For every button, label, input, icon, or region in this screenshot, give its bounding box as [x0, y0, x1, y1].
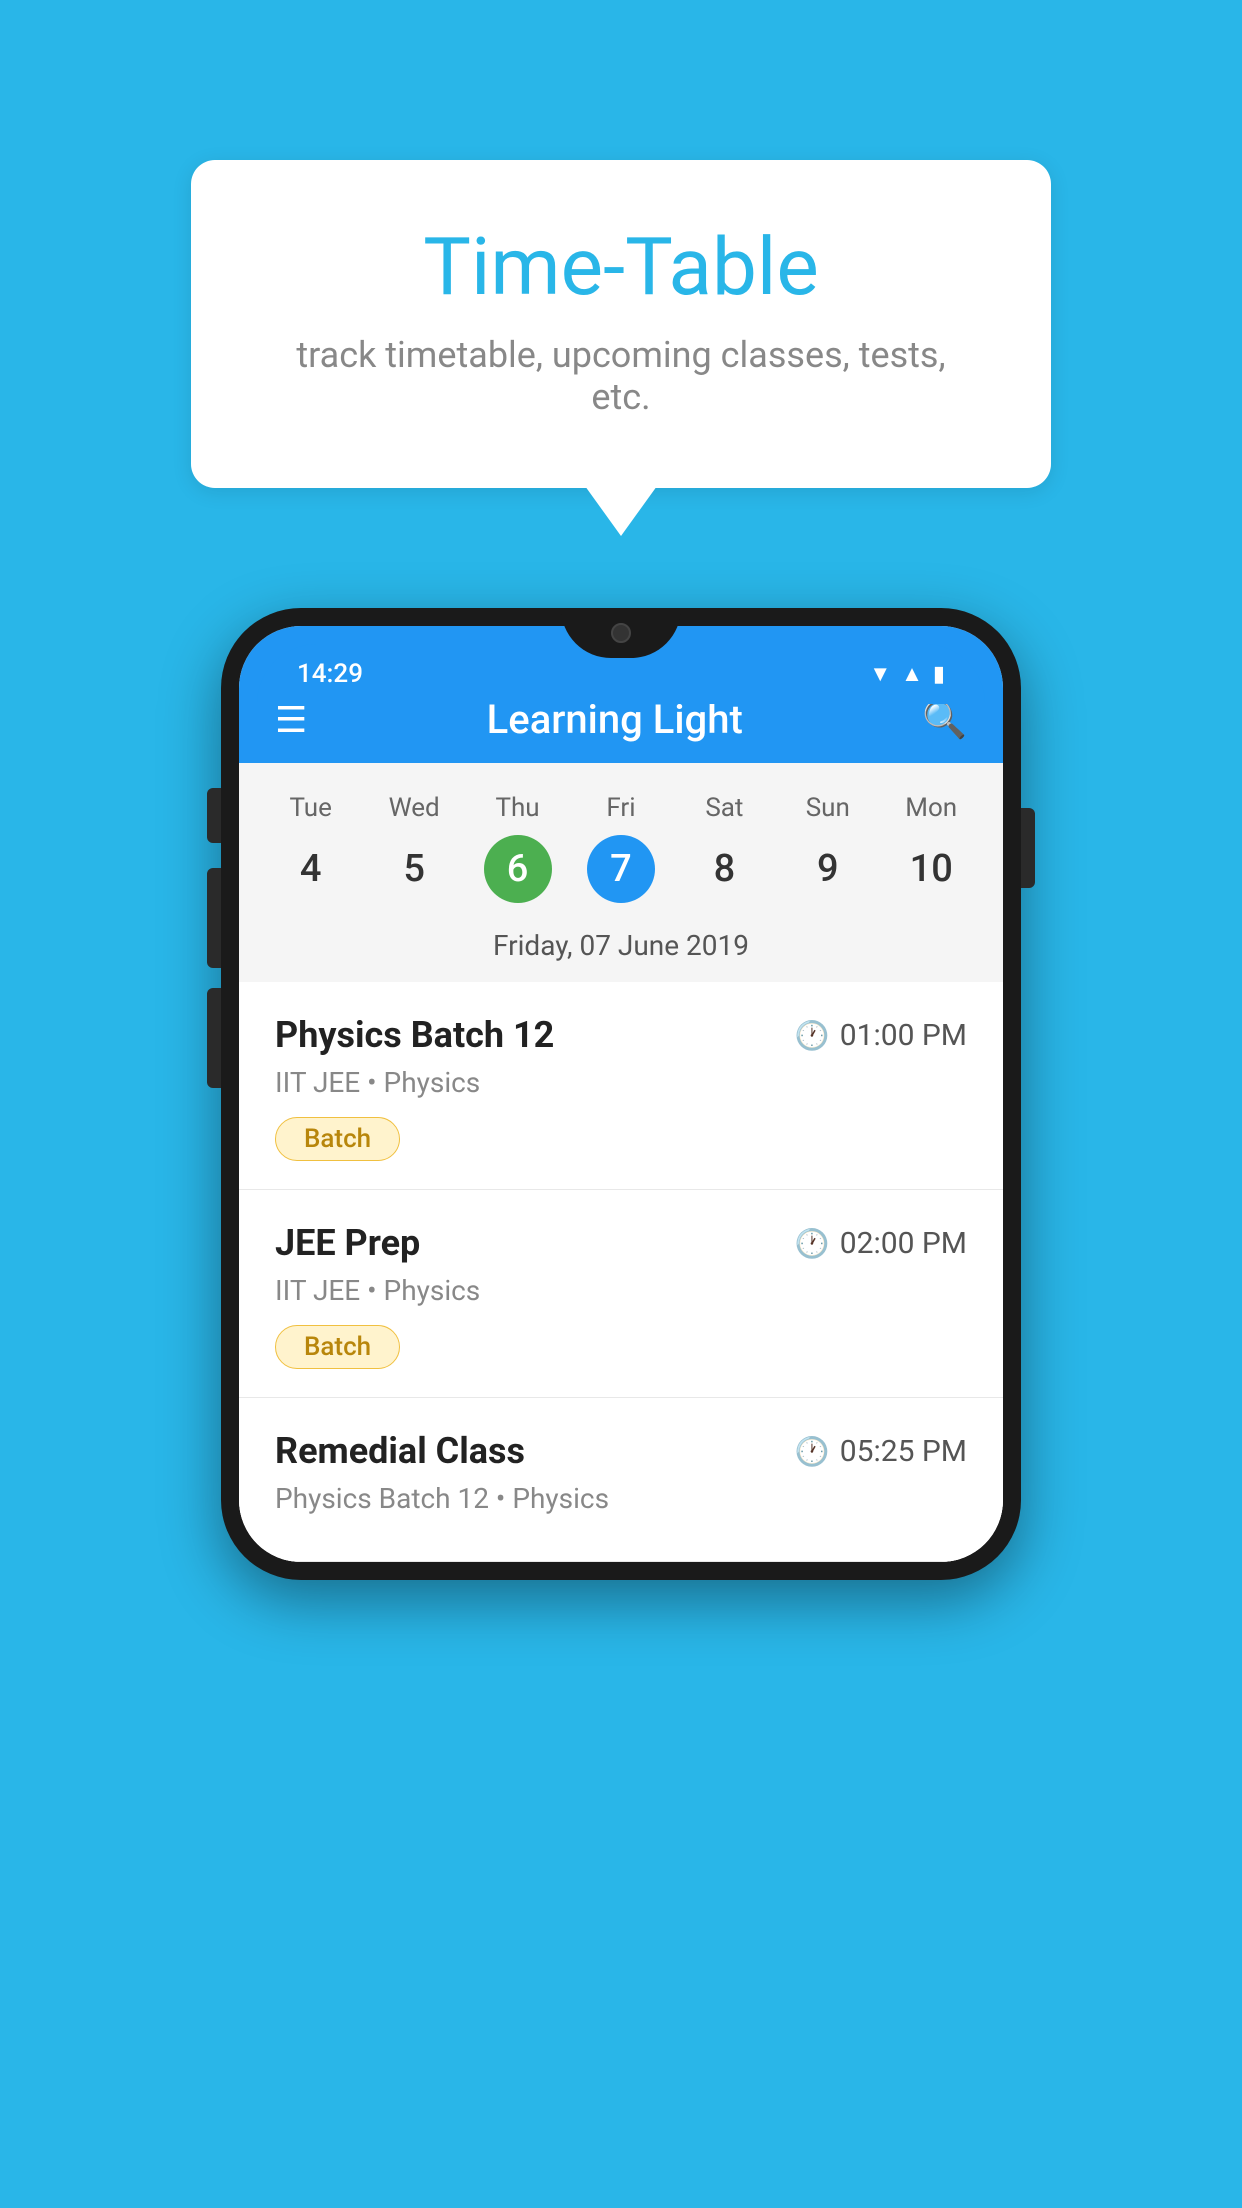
wifi-icon: ▼ [869, 661, 891, 687]
signal-icon: ▲ [901, 661, 923, 687]
tooltip-card: Time-Table track timetable, upcoming cla… [191, 160, 1051, 488]
item-header: JEE Prep 🕐 02:00 PM [275, 1222, 967, 1264]
status-time: 14:29 [297, 659, 363, 689]
menu-icon[interactable]: ☰ [275, 702, 307, 738]
selected-date-label: Friday, 07 June 2019 [239, 913, 1003, 982]
clock-icon: 🕐 [795, 1227, 830, 1260]
schedule-list: Physics Batch 12 🕐 01:00 PM IIT JEE • Phys… [239, 982, 1003, 1562]
days-row: Tue 4 Wed 5 Thu 6 Fri 7 Sat 8 Sun 9 Mon 10 [239, 783, 1003, 913]
day-name: Tue [289, 793, 331, 823]
day-name: Wed [389, 793, 440, 823]
item-header: Physics Batch 12 🕐 01:00 PM [275, 1014, 967, 1056]
day-name: Mon [905, 793, 957, 823]
day-col[interactable]: Tue 4 [266, 793, 356, 903]
day-number[interactable]: 6 [484, 835, 552, 903]
item-title: JEE Prep [275, 1222, 420, 1264]
day-number[interactable]: 4 [277, 835, 345, 903]
day-name: Sun [806, 793, 850, 823]
schedule-item[interactable]: Physics Batch 12 🕐 01:00 PM IIT JEE • Phys… [239, 982, 1003, 1190]
item-header: Remedial Class 🕐 05:25 PM [275, 1430, 967, 1472]
schedule-item[interactable]: JEE Prep 🕐 02:00 PM IIT JEE • Physics Batch [239, 1190, 1003, 1398]
clock-icon: 🕐 [795, 1435, 830, 1468]
item-time: 🕐 05:25 PM [795, 1434, 967, 1469]
day-col[interactable]: Thu 6 [473, 793, 563, 903]
clock-icon: 🕐 [795, 1019, 830, 1052]
day-number[interactable]: 5 [380, 835, 448, 903]
day-col[interactable]: Fri 7 [576, 793, 666, 903]
tooltip-subtitle: track timetable, upcoming classes, tests… [271, 334, 971, 418]
item-title: Physics Batch 12 [275, 1014, 554, 1056]
item-subtitle: Physics Batch 12 • Physics [275, 1482, 967, 1515]
day-name: Fri [606, 793, 635, 823]
power-button [1021, 808, 1035, 888]
day-col[interactable]: Sat 8 [679, 793, 769, 903]
search-icon[interactable]: 🔍 [922, 699, 967, 741]
day-number[interactable]: 9 [794, 835, 862, 903]
day-col[interactable]: Mon 10 [886, 793, 976, 903]
batch-badge: Batch [275, 1325, 400, 1369]
item-time: 🕐 02:00 PM [795, 1226, 967, 1261]
day-number[interactable]: 7 [587, 835, 655, 903]
item-title: Remedial Class [275, 1430, 525, 1472]
tooltip-title: Time-Table [271, 220, 971, 314]
item-subtitle: IIT JEE • Physics [275, 1274, 967, 1307]
day-number[interactable]: 8 [690, 835, 758, 903]
batch-badge: Batch [275, 1117, 400, 1161]
mute-button [207, 788, 221, 843]
status-icons: ▼ ▲ ▮ [869, 661, 945, 687]
day-name: Sat [705, 793, 743, 823]
battery-icon: ▮ [933, 662, 945, 687]
camera [611, 623, 631, 643]
phone-outer: 14:29 ▼ ▲ ▮ ☰ Learning Light 🔍 Tue4Wed5T… [221, 608, 1021, 1580]
day-col[interactable]: Wed 5 [369, 793, 459, 903]
day-number[interactable]: 10 [897, 835, 965, 903]
schedule-item[interactable]: Remedial Class 🕐 05:25 PM Physics Batch 12… [239, 1398, 1003, 1562]
phone-screen: 14:29 ▼ ▲ ▮ ☰ Learning Light 🔍 Tue4Wed5T… [239, 626, 1003, 1562]
calendar-strip: Tue 4 Wed 5 Thu 6 Fri 7 Sat 8 Sun 9 Mon 10 Friday, 07… [239, 763, 1003, 982]
phone-mockup: 14:29 ▼ ▲ ▮ ☰ Learning Light 🔍 Tue4Wed5T… [221, 608, 1021, 1580]
volume-up-button [207, 868, 221, 968]
item-subtitle: IIT JEE • Physics [275, 1066, 967, 1099]
item-time: 🕐 01:00 PM [795, 1018, 967, 1053]
day-name: Thu [495, 793, 539, 823]
day-col[interactable]: Sun 9 [783, 793, 873, 903]
volume-down-button [207, 988, 221, 1088]
